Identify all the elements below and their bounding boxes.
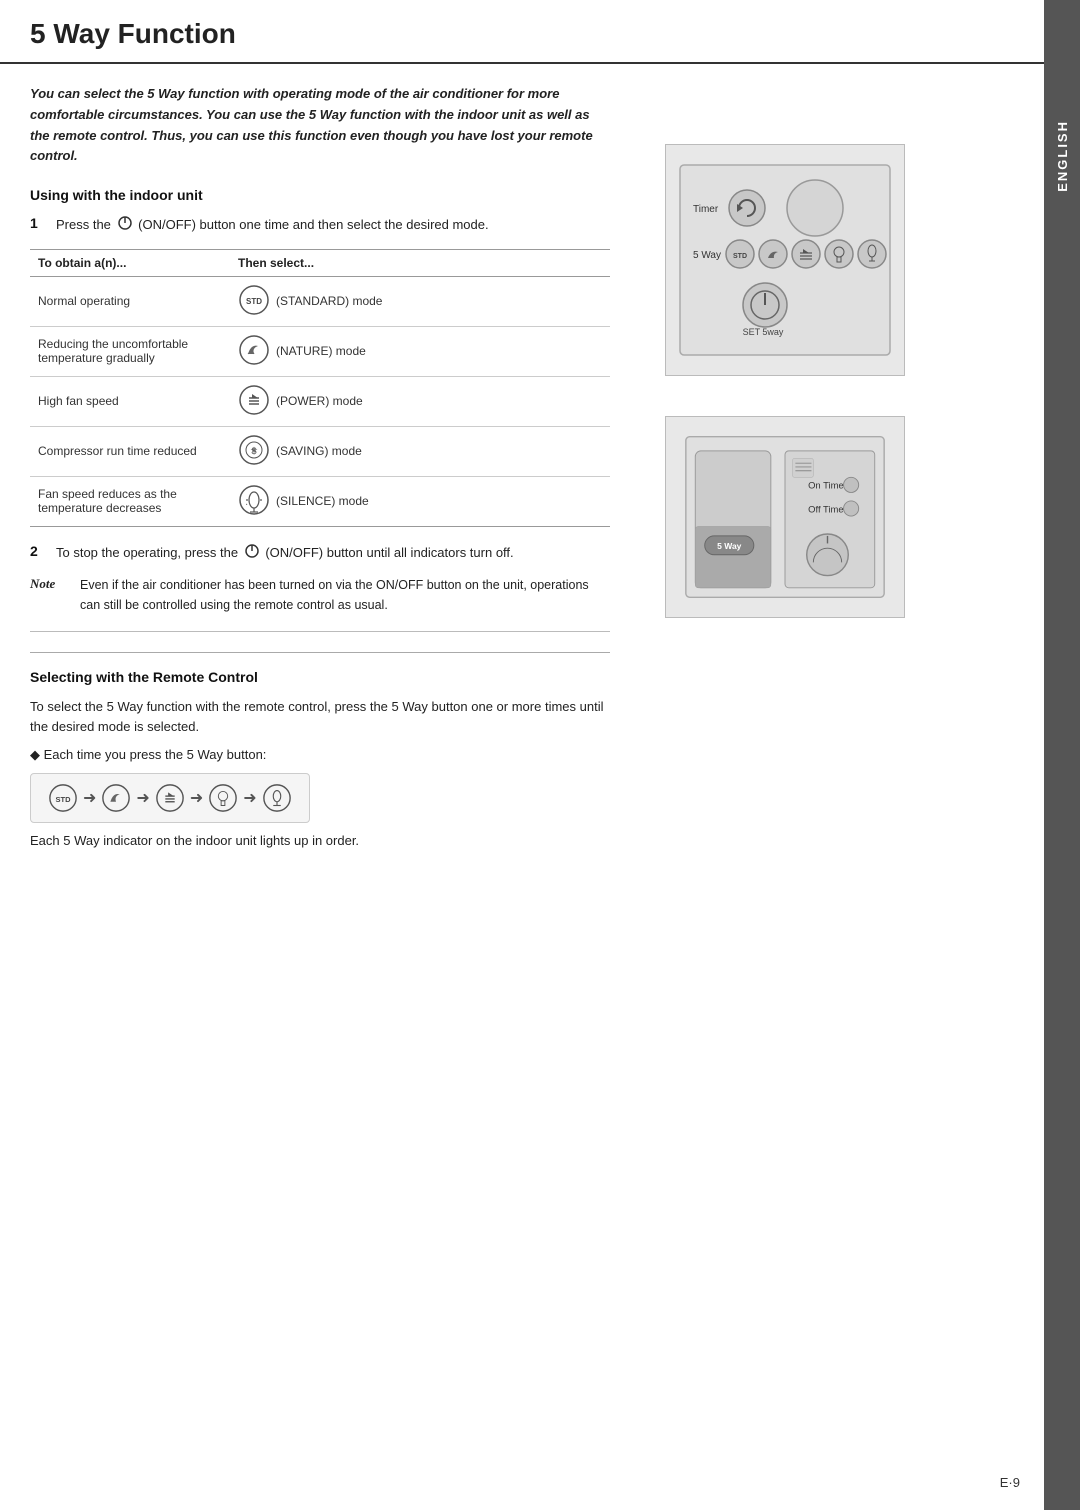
seq-saving-icon — [207, 782, 239, 814]
bullet-item: ◆ Each time you press the 5 Way button: — [30, 747, 610, 763]
language-label: ENGLISH — [1055, 120, 1070, 192]
step1-text: Press the (ON/OFF) button one time and t… — [56, 215, 489, 237]
svg-text:5 Way: 5 Way — [693, 250, 721, 261]
saving-mode-icon: $ — [238, 434, 270, 469]
nature-mode-icon — [238, 334, 270, 369]
seq-nature-icon — [100, 782, 132, 814]
silence-mode-icon — [238, 484, 270, 519]
table-cell-condition: Compressor run time reduced — [30, 426, 230, 476]
section1-heading: Using with the indoor unit — [30, 187, 610, 203]
table-cell-condition: High fan speed — [30, 376, 230, 426]
section-divider — [30, 652, 610, 653]
table-row: High fan speed — [30, 376, 610, 426]
power-mode-label: (POWER) mode — [276, 394, 363, 408]
page-number: E·9 — [1000, 1475, 1020, 1490]
nature-mode-label: (NATURE) mode — [276, 344, 366, 358]
step1-container: 1 Press the (ON/OFF) button one time and… — [30, 215, 610, 237]
note-area: Note Even if the air conditioner has bee… — [30, 576, 610, 632]
title-bar: 5 Way Function — [0, 0, 1044, 64]
svg-text:STD: STD — [733, 253, 747, 260]
power-mode-icon — [238, 384, 270, 419]
step1-number: 1 — [30, 215, 48, 231]
mode-table: To obtain a(n)... Then select... Normal … — [30, 249, 610, 527]
svg-text:Off Timer: Off Timer — [808, 504, 847, 515]
table-cell-condition: Reducing the uncomfortable temperature g… — [30, 326, 230, 376]
page-title: 5 Way Function — [30, 18, 1014, 50]
language-sidebar: ENGLISH — [1044, 0, 1080, 1510]
onoff-icon-inline — [117, 215, 133, 237]
svg-text:STD: STD — [246, 297, 262, 306]
step2-area: 2 To stop the operating, press the (ON/O… — [30, 543, 610, 565]
intro-text: You can select the 5 Way function with o… — [30, 84, 610, 167]
table-cell-condition: Normal operating — [30, 276, 230, 326]
step2-container: 2 To stop the operating, press the (ON/O… — [30, 543, 610, 565]
step2-number: 2 — [30, 543, 48, 559]
table-row: Compressor run time reduced $ — [30, 426, 610, 476]
indoor-unit-diagram: Timer 5 Way STD — [675, 160, 895, 360]
remote-text: To select the 5 Way function with the re… — [30, 697, 610, 737]
table-row: Reducing the uncomfortable temperature g… — [30, 326, 610, 376]
table-cell-mode: STD (STANDARD) mode — [230, 276, 610, 326]
arrow-sequence: STD ➜ ➜ — [30, 773, 310, 823]
indoor-unit-image-box: Timer 5 Way STD — [665, 144, 905, 376]
svg-text:STD: STD — [56, 795, 72, 804]
seq-silence-icon — [261, 782, 293, 814]
remote-section: Selecting with the Remote Control To sel… — [30, 669, 610, 848]
content-layout: You can select the 5 Way function with o… — [0, 64, 1044, 868]
saving-mode-label: (SAVING) mode — [276, 444, 362, 458]
arrow1: ➜ — [83, 788, 96, 808]
arrow2: ➜ — [136, 788, 149, 808]
svg-text:SET 5way: SET 5way — [743, 327, 784, 337]
remote-control-diagram: 5 Way On Timer Off Timer — [675, 432, 895, 602]
table-cell-condition: Fan speed reduces as the temperature dec… — [30, 476, 230, 526]
section2-heading: Selecting with the Remote Control — [30, 669, 610, 685]
table-header-col2: Then select... — [230, 249, 610, 276]
table-row: Fan speed reduces as the temperature dec… — [30, 476, 610, 526]
onoff-icon-step2 — [244, 543, 260, 565]
table-cell-mode: (NATURE) mode — [230, 326, 610, 376]
arrow4: ➜ — [243, 788, 256, 808]
silence-mode-label: (SILENCE) mode — [276, 494, 369, 508]
main-content: 5 Way Function You can select the 5 Way … — [0, 0, 1044, 1510]
svg-text:On Timer: On Timer — [808, 481, 847, 492]
table-cell-mode: $ (SAVING) mode — [230, 426, 610, 476]
svg-text:$: $ — [251, 446, 256, 456]
table-cell-mode: (POWER) mode — [230, 376, 610, 426]
right-panel: Timer 5 Way STD — [640, 64, 940, 868]
left-content: You can select the 5 Way function with o… — [0, 64, 640, 868]
step2-text: To stop the operating, press the (ON/OFF… — [56, 543, 514, 565]
end-text: Each 5 Way indicator on the indoor unit … — [30, 833, 610, 848]
table-header-col1: To obtain a(n)... — [30, 249, 230, 276]
seq-power-icon — [154, 782, 186, 814]
remote-control-image-box: 5 Way On Timer Off Timer — [665, 416, 905, 618]
svg-text:Timer: Timer — [693, 204, 719, 215]
table-row: Normal operating STD (STA — [30, 276, 610, 326]
arrow3: ➜ — [190, 788, 203, 808]
note-text: Even if the air conditioner has been tur… — [80, 576, 610, 615]
svg-text:5 Way: 5 Way — [717, 541, 742, 551]
seq-std-icon: STD — [47, 782, 79, 814]
page-container: 5 Way Function You can select the 5 Way … — [0, 0, 1080, 1510]
table-cell-mode: (SILENCE) mode — [230, 476, 610, 526]
standard-mode-icon: STD — [238, 284, 270, 319]
standard-mode-label: (STANDARD) mode — [276, 294, 382, 308]
note-label: Note — [30, 576, 70, 615]
